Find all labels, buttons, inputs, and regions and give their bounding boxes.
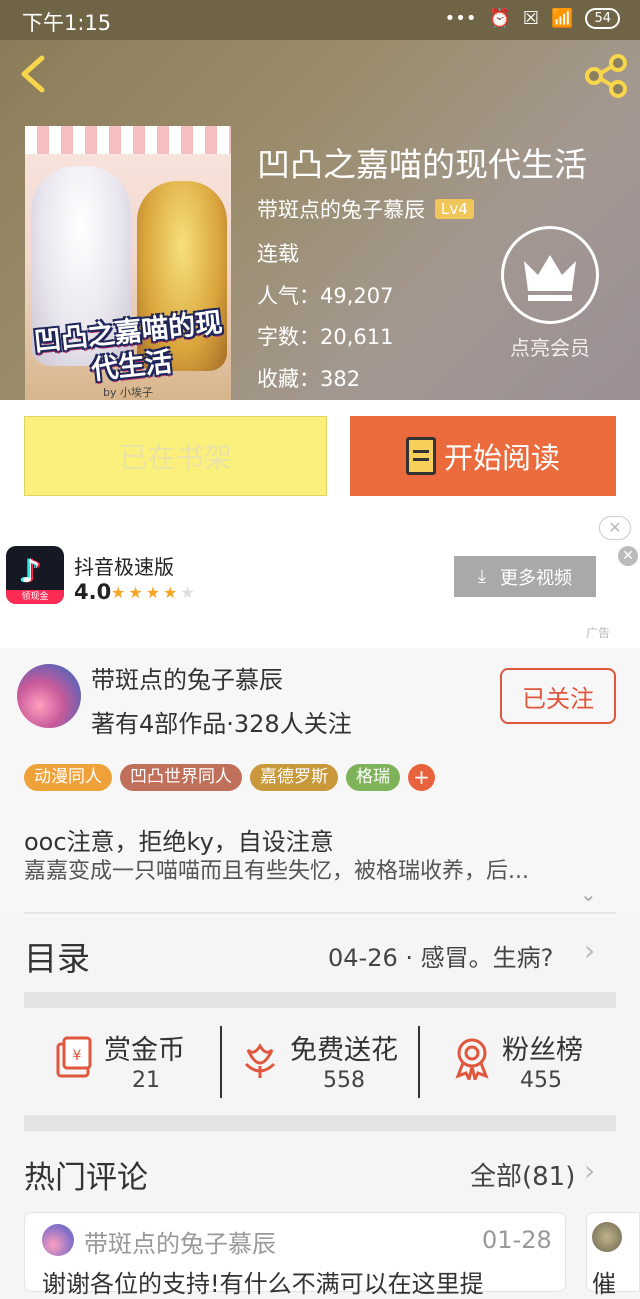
- stat-label: 免费送花: [290, 1035, 398, 1066]
- author-stats: 著有4部作品·328人关注: [91, 710, 352, 738]
- tag[interactable]: 动漫同人: [24, 764, 112, 791]
- book-cover[interactable]: 凹凸之嘉喵的现代生活 by 小埃子: [25, 126, 231, 400]
- tag[interactable]: 嘉德罗斯: [250, 764, 338, 791]
- comment-author[interactable]: 带斑点的兔子慕辰: [84, 1224, 276, 1259]
- vip-label[interactable]: 点亮会员: [500, 332, 600, 361]
- svg-text:¥: ¥: [73, 1048, 82, 1064]
- stat-label: 赏金币: [104, 1035, 185, 1066]
- alarm-icon: ⏰: [488, 8, 511, 29]
- stat-value: 558: [323, 1068, 365, 1093]
- music-note-icon: ♪: [20, 552, 41, 590]
- share-icon[interactable]: [582, 52, 630, 100]
- flower-icon: [244, 1043, 276, 1078]
- ad-more-videos-button[interactable]: ⤓ 更多视频: [454, 556, 596, 597]
- status-bar: 下午1:15 ••• ⏰ ☒ 📶 54: [0, 0, 640, 40]
- book-author[interactable]: 带斑点的兔子慕辰: [257, 194, 425, 224]
- crown-icon: [524, 255, 576, 301]
- ad-icon-strip: 领现金: [6, 590, 64, 604]
- ad-stars: ★★★★★: [111, 583, 198, 602]
- stat-value: 455: [520, 1068, 562, 1093]
- ad-tag: 广告: [586, 626, 611, 640]
- star-icon: ★★★★: [111, 583, 181, 602]
- section-divider: [24, 992, 616, 1008]
- wifi-icon: 📶: [551, 8, 574, 29]
- comment-text: 谢谢各位的支持!有什么不满可以在这里提: [42, 1270, 484, 1298]
- tag[interactable]: 凹凸世界同人: [120, 764, 242, 791]
- reward-coins-stat[interactable]: ¥ 赏金币 21: [54, 1028, 204, 1096]
- chevron-right-icon[interactable]: ›: [584, 934, 595, 967]
- description-line2: 嘉嘉变成一只喵喵而且有些失忆，被格瑞收养，后...: [24, 859, 529, 884]
- start-reading-button[interactable]: 开始阅读: [350, 416, 616, 496]
- author-name[interactable]: 带斑点的兔子慕辰: [91, 660, 283, 695]
- status-time: 下午1:15: [22, 11, 112, 35]
- avatar[interactable]: [17, 664, 81, 728]
- chevron-right-icon[interactable]: ›: [584, 1154, 595, 1187]
- hot-comments-label: 热门评论: [24, 1160, 148, 1196]
- book-word-count: 字数：20,611: [257, 325, 394, 349]
- cover-byline: by 小埃子: [103, 386, 153, 399]
- book-popularity: 人气：49,207: [257, 284, 394, 308]
- catalog-label[interactable]: 目录: [24, 932, 90, 980]
- on-shelf-button[interactable]: 已在书架: [24, 416, 327, 496]
- comment-avatar[interactable]: [42, 1224, 74, 1256]
- stat-value: 21: [132, 1068, 160, 1093]
- book-author-line[interactable]: 带斑点的兔子慕辰 Lv4: [257, 194, 474, 224]
- comment-text: 催: [592, 1270, 616, 1298]
- divider: [24, 912, 616, 914]
- book-favorites: 收藏：382: [257, 367, 361, 391]
- expand-chevron-icon[interactable]: ⌄: [580, 882, 597, 906]
- tag[interactable]: 格瑞: [346, 764, 400, 791]
- sim-icon: ☒: [522, 8, 540, 29]
- back-icon[interactable]: [14, 52, 54, 96]
- section-divider: [24, 1115, 616, 1131]
- catalog-latest-chapter[interactable]: 04-26 · 感冒。生病?: [328, 938, 553, 973]
- comment-date: 01-28: [482, 1226, 552, 1254]
- add-tag-button[interactable]: +: [408, 764, 435, 791]
- book-icon: [405, 437, 436, 475]
- ad-rating: 4.0: [74, 580, 112, 604]
- description-line1: ooc注意，拒绝ky，自设注意: [24, 828, 334, 856]
- stat-separator: [220, 1026, 222, 1098]
- cover-stripe: [25, 126, 231, 154]
- ad-more-label: 更多视频: [499, 567, 572, 589]
- comment-avatar[interactable]: [592, 1222, 622, 1252]
- stat-label: 粉丝榜: [502, 1035, 583, 1066]
- vip-crown-button[interactable]: [501, 226, 599, 324]
- battery-icon: 54: [585, 8, 620, 29]
- download-icon: ⤓: [478, 566, 486, 587]
- book-status: 连载: [257, 242, 299, 266]
- fan-ranking-stat[interactable]: 粉丝榜 455: [452, 1028, 602, 1096]
- ad-app-icon[interactable]: ♪ 领现金: [6, 546, 64, 604]
- more-dots-icon: •••: [444, 8, 477, 29]
- ad-app-name: 抖音极速版: [74, 555, 174, 579]
- status-icons: ••• ⏰ ☒ 📶 54: [445, 8, 620, 29]
- ad-dismiss-icon[interactable]: ✕: [618, 546, 638, 566]
- stat-separator: [418, 1026, 420, 1098]
- all-comments-link[interactable]: 全部(81): [470, 1156, 575, 1193]
- medal-icon: [455, 1038, 489, 1080]
- reward-envelope-icon: ¥: [56, 1036, 92, 1078]
- level-badge: Lv4: [435, 199, 474, 219]
- ad-close-icon[interactable]: ✕: [599, 516, 631, 540]
- star-empty-icon: ★: [180, 583, 198, 602]
- book-title: 凹凸之嘉喵的现代生活: [257, 145, 587, 184]
- free-flowers-stat[interactable]: 免费送花 558: [240, 1028, 410, 1096]
- start-reading-label: 开始阅读: [443, 441, 560, 475]
- tag-list: 动漫同人 凹凸世界同人 嘉德罗斯 格瑞 +: [24, 764, 435, 791]
- follow-button[interactable]: 已关注: [500, 668, 616, 724]
